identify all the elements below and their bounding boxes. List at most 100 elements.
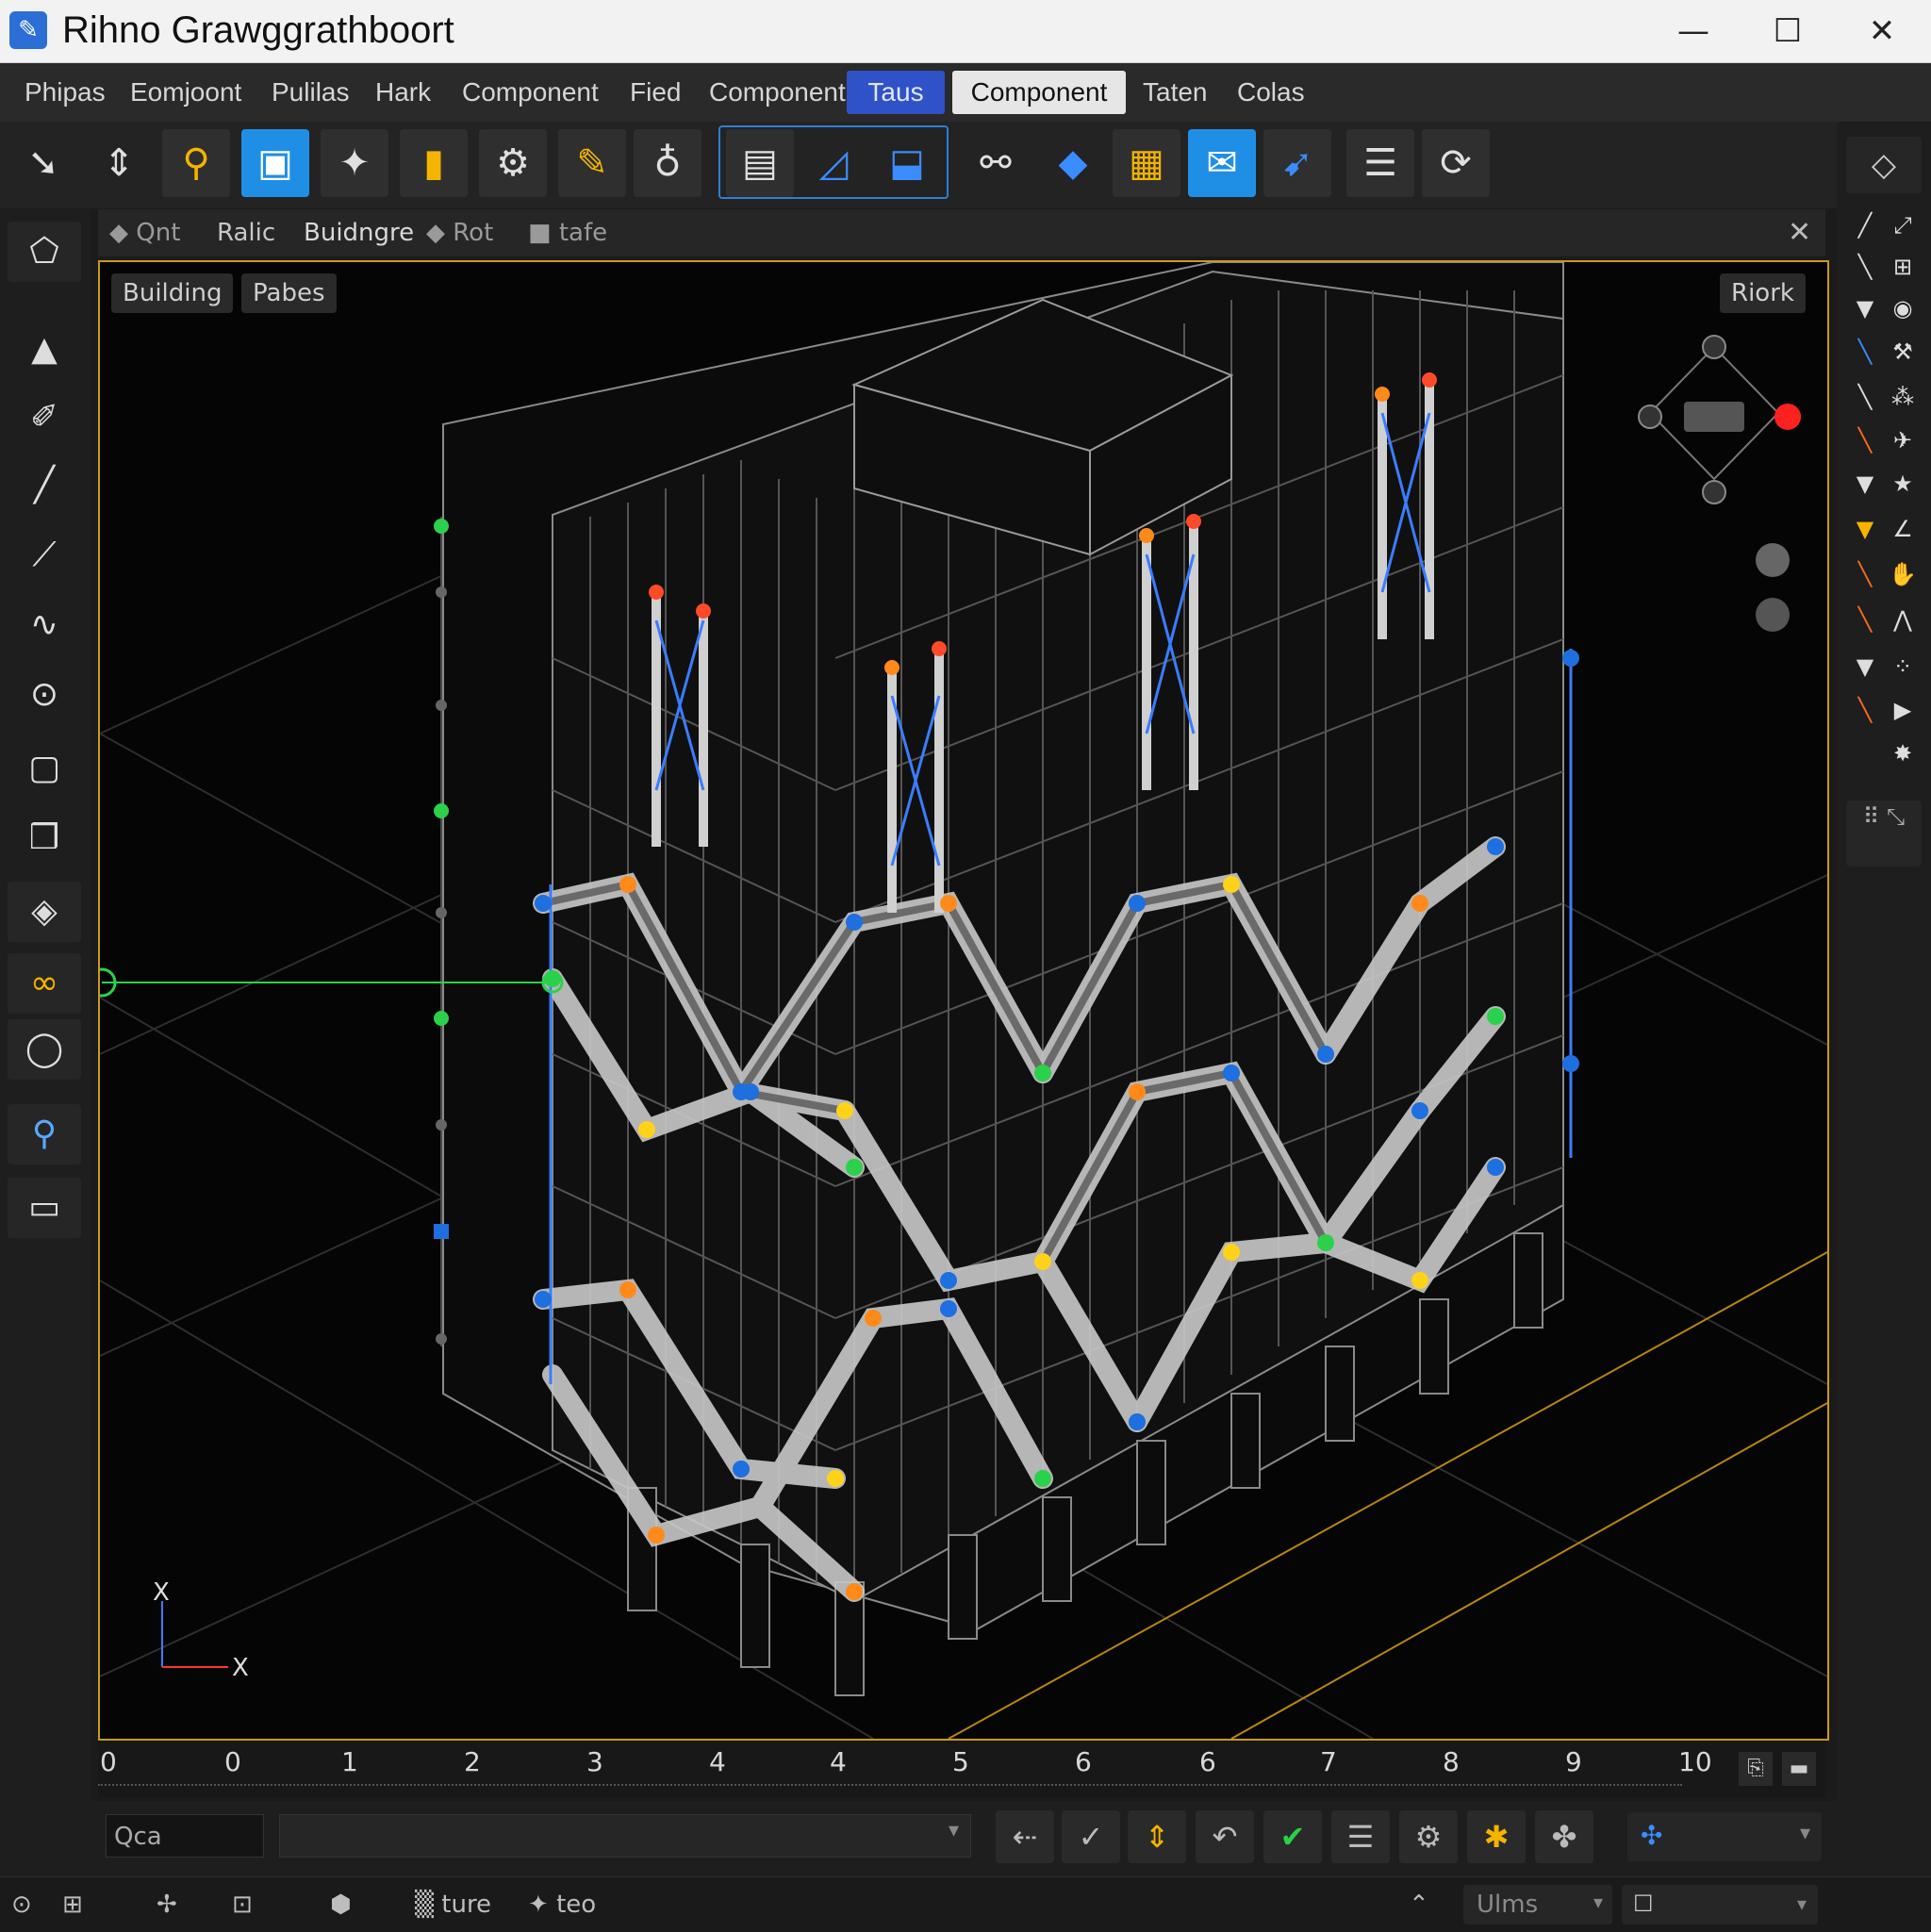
layer-dropdown[interactable]: ☐ ▾: [1622, 1885, 1818, 1924]
zoom-tool-icon[interactable]: ⚲: [8, 1104, 81, 1164]
peaks-r10-icon[interactable]: ⋀: [1884, 603, 1922, 636]
grid-snap-icon[interactable]: ⊞: [62, 1885, 83, 1924]
status-item-1[interactable]: ▒ ture: [415, 1885, 491, 1924]
select-arrow-icon[interactable]: ➘: [9, 129, 77, 197]
curve-tool-icon[interactable]: ∿: [8, 595, 81, 655]
sort-icon[interactable]: ⇕: [1128, 1810, 1186, 1863]
dots-r11-icon[interactable]: ⁘: [1884, 650, 1922, 684]
node-tool-icon[interactable]: ♁: [634, 129, 701, 197]
angle-r8-icon[interactable]: ∠: [1884, 512, 1922, 546]
burst-r13-icon[interactable]: ✸: [1884, 736, 1922, 770]
satellite-tool-icon[interactable]: ✦: [321, 129, 388, 197]
command-history-dropdown[interactable]: ▾: [279, 1814, 971, 1858]
view-label[interactable]: Riork: [1720, 273, 1806, 313]
chain-tool-icon[interactable]: ∞: [8, 953, 81, 1014]
osnap-icon[interactable]: ⊡: [232, 1885, 253, 1924]
grid-r2-icon[interactable]: ⊞: [1884, 250, 1922, 284]
tab-ralic[interactable]: Ralic: [217, 215, 275, 251]
envelope-tool-icon[interactable]: ✉: [1188, 129, 1256, 197]
tab-tafe[interactable]: ■ tafe: [528, 215, 607, 251]
command-input[interactable]: Qca: [106, 1814, 264, 1858]
bug-icon[interactable]: ✱: [1467, 1810, 1526, 1863]
record-icon[interactable]: ⬢: [330, 1885, 352, 1924]
menu-phipas[interactable]: Phipas: [13, 71, 117, 114]
triangle-r7-icon[interactable]: ▼: [1846, 467, 1884, 501]
triangle-r11-icon[interactable]: ▼: [1846, 650, 1884, 684]
segment-tool-icon[interactable]: ⟋: [8, 525, 81, 586]
play-r12-icon[interactable]: ▶: [1884, 693, 1922, 727]
chevron-up-down-icon[interactable]: ⇕: [85, 129, 153, 197]
tab-rot[interactable]: ◆ Rot: [426, 215, 493, 251]
layers-tool-icon[interactable]: ☰: [1346, 129, 1414, 197]
draw-tool-icon[interactable]: ⬠: [8, 222, 81, 282]
menu-fied[interactable]: Fied: [619, 71, 692, 114]
maximize-button[interactable]: ☐: [1742, 0, 1833, 62]
frame-tool-icon[interactable]: ▢: [8, 738, 81, 799]
display-tool-icon[interactable]: ▣: [241, 129, 309, 197]
snap-icon[interactable]: ⊙: [11, 1885, 32, 1924]
minimize-button[interactable]: —: [1648, 0, 1739, 62]
line-r1-icon[interactable]: ╱: [1846, 208, 1884, 242]
ortho-icon[interactable]: ✢: [157, 1885, 177, 1924]
close-viewport-icon[interactable]: ✕: [1788, 215, 1811, 251]
image-tool-icon[interactable]: ▭: [8, 1178, 81, 1238]
eye-r3-icon[interactable]: ◉: [1884, 291, 1922, 325]
menu-component-3[interactable]: Component: [952, 71, 1126, 114]
diamond-view-icon[interactable]: ◇: [1846, 137, 1922, 193]
box3d-tool-icon[interactable]: ❒: [8, 808, 81, 868]
back-arrow-icon[interactable]: ⇠: [996, 1810, 1054, 1863]
hand-r9-icon[interactable]: ✋: [1884, 557, 1922, 591]
navigation-widget[interactable]: [1638, 335, 1801, 632]
nodes-r5-icon[interactable]: ⁂: [1884, 380, 1922, 414]
search-tool-icon[interactable]: ⚲: [162, 129, 230, 197]
menu-taus[interactable]: Taus: [847, 71, 945, 114]
menu-eomjoont[interactable]: Eomjoont: [119, 71, 253, 114]
triangle-r3-icon[interactable]: ▼: [1846, 291, 1884, 325]
chip-pabes[interactable]: Pabes: [241, 273, 337, 313]
line-tool-icon[interactable]: ╱: [8, 455, 81, 516]
timeline-folder-icon[interactable]: ▬: [1782, 1752, 1816, 1786]
menu-hark[interactable]: Hark: [364, 71, 442, 114]
edit-tool-icon[interactable]: ✐: [8, 388, 81, 448]
menu-pulilas[interactable]: Pulilas: [260, 71, 360, 114]
cone-tool-icon[interactable]: ▲: [8, 320, 81, 380]
diamond-tool-icon[interactable]: ◆: [1039, 129, 1107, 197]
line-r12-icon[interactable]: ╲: [1846, 693, 1884, 727]
line-r2-icon[interactable]: ╲: [1846, 250, 1884, 284]
circle-tool-icon[interactable]: ⊙: [8, 665, 81, 725]
cycle-tool-icon[interactable]: ⟳: [1422, 129, 1490, 197]
gear-tool-icon[interactable]: ⚙: [479, 129, 547, 197]
menu-component-2[interactable]: Component: [698, 71, 857, 114]
settings-icon[interactable]: ⚙: [1399, 1810, 1458, 1863]
timeline-track[interactable]: [98, 1784, 1682, 1793]
timeline-ruler[interactable]: 0 0 1 2 3 4 4 5 6 6 7 8 9 10 ⎘ ▬: [98, 1741, 1825, 1797]
units-dropdown[interactable]: Ulms ▾: [1463, 1885, 1612, 1924]
tab-qnt[interactable]: ◆ Qnt: [109, 215, 180, 251]
paw-icon[interactable]: ✤: [1535, 1810, 1593, 1863]
line-r5-icon[interactable]: ╲: [1846, 380, 1884, 414]
confirm-icon[interactable]: ✔: [1263, 1810, 1322, 1863]
pin-r6-icon[interactable]: ✈: [1884, 423, 1922, 457]
timeline-copy-icon[interactable]: ⎘: [1739, 1752, 1773, 1786]
box-tool-icon[interactable]: ▦: [1113, 129, 1180, 197]
shape-tool-icon[interactable]: ◯: [8, 1019, 81, 1080]
inspect-tool-icon[interactable]: ⚯: [962, 129, 1030, 197]
line-r10-icon[interactable]: ╲: [1846, 603, 1884, 636]
triangle-r8-icon[interactable]: ▼: [1846, 512, 1884, 546]
line-r6-icon[interactable]: ╲: [1846, 423, 1884, 457]
menu-component-1[interactable]: Component: [451, 71, 610, 114]
door-tool-icon[interactable]: ▮: [400, 129, 468, 197]
list-icon[interactable]: ☰: [1331, 1810, 1390, 1863]
undo-icon[interactable]: ↶: [1196, 1810, 1254, 1863]
pencil-tool-icon[interactable]: ✎: [558, 129, 626, 197]
star-r7-icon[interactable]: ★: [1884, 467, 1922, 501]
menu-colas[interactable]: Colas: [1226, 71, 1316, 114]
line-r4-icon[interactable]: ╲: [1846, 335, 1884, 369]
line-r9-icon[interactable]: ╲: [1846, 557, 1884, 591]
close-button[interactable]: ✕: [1837, 0, 1927, 62]
mode-dropdown[interactable]: ✣ ▾: [1627, 1812, 1822, 1861]
chip-building[interactable]: Building: [111, 273, 234, 313]
check-small-icon[interactable]: ✓: [1062, 1810, 1120, 1863]
target-tool-icon[interactable]: ◈: [8, 882, 81, 942]
status-item-2[interactable]: ✦ teo: [528, 1885, 596, 1924]
